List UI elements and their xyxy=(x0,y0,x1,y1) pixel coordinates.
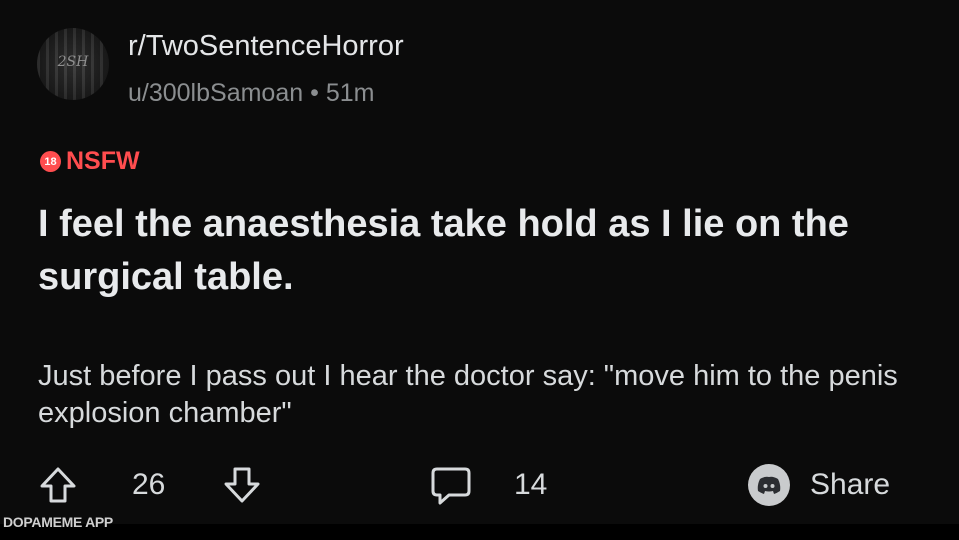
share-button[interactable]: Share xyxy=(748,464,890,506)
action-bar: 26 14 Share xyxy=(0,460,959,512)
avatar-text: 2SH xyxy=(57,54,89,70)
subreddit-name[interactable]: r/TwoSentenceHorror xyxy=(128,30,404,63)
post-meta: u/300lbSamoan • 51m xyxy=(128,79,374,108)
watermark: DOPAMEME APP xyxy=(3,514,113,530)
post-age: 51m xyxy=(325,79,375,107)
author-name[interactable]: u/300lbSamoan xyxy=(128,79,303,107)
upvote-count: 26 xyxy=(132,468,166,501)
discord-icon xyxy=(748,464,790,506)
arrow-down-icon xyxy=(224,467,260,503)
downvote-button[interactable] xyxy=(222,465,262,505)
upvote-button[interactable] xyxy=(38,465,78,505)
bottom-strip xyxy=(0,524,959,540)
meta-separator: • xyxy=(310,79,319,107)
post-body: Just before I pass out I hear the doctor… xyxy=(38,360,898,429)
post-title[interactable]: I feel the anaesthesia take hold as I li… xyxy=(38,198,928,304)
speech-bubble-icon xyxy=(431,467,471,505)
nsfw-label: NSFW xyxy=(66,147,140,175)
comments-button[interactable] xyxy=(429,465,473,507)
arrow-up-icon xyxy=(40,467,76,503)
nsfw-badge: 18 NSFW xyxy=(40,147,140,176)
comment-count: 14 xyxy=(514,468,548,501)
share-label: Share xyxy=(810,468,891,501)
nsfw-18-icon: 18 xyxy=(40,151,61,172)
subreddit-avatar[interactable]: 2SH xyxy=(37,28,109,100)
